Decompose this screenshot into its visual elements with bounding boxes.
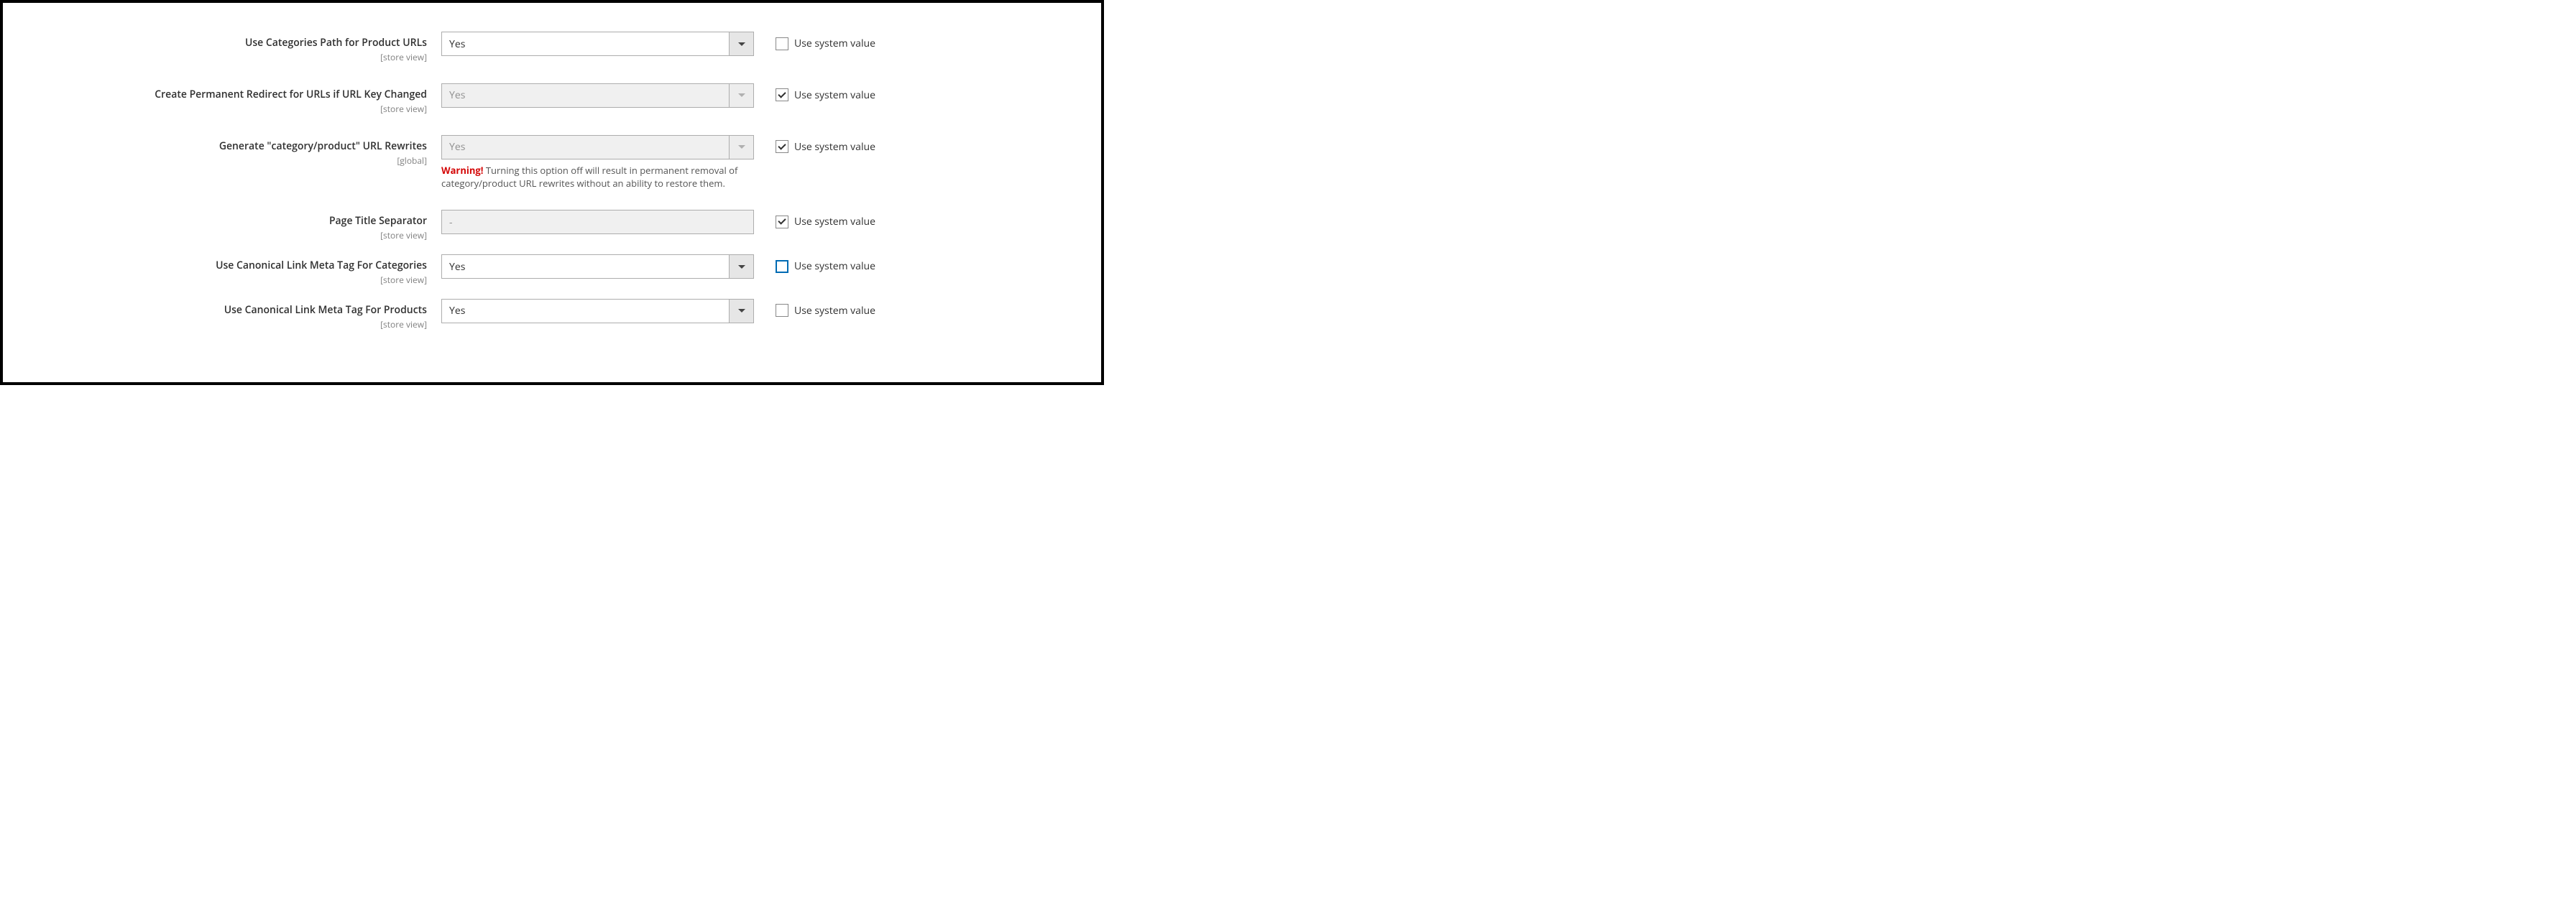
use-system-value-checkbox[interactable] xyxy=(776,37,788,50)
field-scope: [store view] xyxy=(3,274,427,286)
use-system-value-checkbox[interactable] xyxy=(776,140,788,153)
field-label-col: Use Canonical Link Meta Tag For Products… xyxy=(3,299,441,330)
use-system-value-label[interactable]: Use system value xyxy=(794,259,875,273)
use-system-value-label[interactable]: Use system value xyxy=(794,215,875,228)
field-label-col: Use Categories Path for Product URLs [st… xyxy=(3,32,441,63)
field-label: Use Categories Path for Product URLs xyxy=(3,37,427,50)
field-note: Warning! Turning this option off will re… xyxy=(441,164,740,190)
use-system-value-checkbox[interactable] xyxy=(776,260,788,273)
use-system-value-label[interactable]: Use system value xyxy=(794,304,875,318)
caret-down-icon xyxy=(738,93,745,97)
field-scope: [store view] xyxy=(3,229,427,241)
system-value-col: Use system value xyxy=(754,210,875,228)
permanent-redirect-select: Yes xyxy=(441,83,754,108)
field-label-col: Page Title Separator [store view] xyxy=(3,210,441,241)
field-row-canonical-categories: Use Canonical Link Meta Tag For Categori… xyxy=(3,254,1101,286)
field-row-generate-rewrites: Generate "category/product" URL Rewrites… xyxy=(3,135,1101,190)
use-system-value-label[interactable]: Use system value xyxy=(794,140,875,154)
field-control-col: Yes xyxy=(441,299,754,323)
field-label: Page Title Separator xyxy=(3,215,427,228)
select-value: Yes xyxy=(449,140,465,154)
field-label-col: Use Canonical Link Meta Tag For Categori… xyxy=(3,254,441,286)
dropdown-caret xyxy=(729,32,753,55)
field-row-categories-path: Use Categories Path for Product URLs [st… xyxy=(3,32,1101,63)
select-value: Yes xyxy=(449,37,465,51)
system-value-col: Use system value xyxy=(754,83,875,102)
check-icon xyxy=(778,216,786,224)
caret-down-icon xyxy=(738,145,745,149)
system-value-col: Use system value xyxy=(754,135,875,154)
use-system-value-checkbox[interactable] xyxy=(776,88,788,101)
field-row-permanent-redirect: Create Permanent Redirect for URLs if UR… xyxy=(3,83,1101,115)
field-row-canonical-products: Use Canonical Link Meta Tag For Products… xyxy=(3,299,1101,330)
field-row-title-separator: Page Title Separator [store view] - Use … xyxy=(3,210,1101,241)
system-value-col: Use system value xyxy=(754,32,875,50)
dropdown-caret xyxy=(729,255,753,278)
canonical-products-select[interactable]: Yes xyxy=(441,299,754,323)
caret-down-icon xyxy=(738,42,745,46)
dropdown-caret xyxy=(729,84,753,107)
title-separator-input: - xyxy=(441,210,754,234)
dropdown-caret xyxy=(729,300,753,323)
warning-prefix: Warning! xyxy=(441,164,483,177)
field-label-col: Generate "category/product" URL Rewrites… xyxy=(3,135,441,167)
canonical-categories-select[interactable]: Yes xyxy=(441,254,754,279)
select-value: Yes xyxy=(449,88,465,102)
config-panel: Use Categories Path for Product URLs [st… xyxy=(0,0,1104,385)
field-scope: [store view] xyxy=(3,318,427,330)
categories-path-select[interactable]: Yes xyxy=(441,32,754,56)
field-label: Use Canonical Link Meta Tag For Categori… xyxy=(3,259,427,273)
field-control-col: Yes xyxy=(441,32,754,56)
field-control-col: Yes Warning! Turning this option off wil… xyxy=(441,135,754,190)
select-value: Yes xyxy=(449,260,465,274)
select-value: Yes xyxy=(449,304,465,318)
use-system-value-checkbox[interactable] xyxy=(776,304,788,317)
dropdown-caret xyxy=(729,136,753,159)
check-icon xyxy=(778,142,786,149)
field-label: Create Permanent Redirect for URLs if UR… xyxy=(3,88,427,102)
use-system-value-label[interactable]: Use system value xyxy=(794,37,875,50)
use-system-value-label[interactable]: Use system value xyxy=(794,88,875,102)
field-scope: [store view] xyxy=(3,103,427,115)
field-scope: [global] xyxy=(3,154,427,167)
caret-down-icon xyxy=(738,309,745,313)
warning-text: Turning this option off will result in p… xyxy=(441,164,737,190)
field-label: Generate "category/product" URL Rewrites xyxy=(3,140,427,154)
field-control-col: Yes xyxy=(441,254,754,279)
check-icon xyxy=(778,90,786,98)
generate-rewrites-select: Yes xyxy=(441,135,754,159)
field-control-col: - xyxy=(441,210,754,234)
system-value-col: Use system value xyxy=(754,299,875,318)
field-label: Use Canonical Link Meta Tag For Products xyxy=(3,304,427,318)
input-value: - xyxy=(449,216,453,229)
field-label-col: Create Permanent Redirect for URLs if UR… xyxy=(3,83,441,115)
system-value-col: Use system value xyxy=(754,254,875,273)
use-system-value-checkbox[interactable] xyxy=(776,216,788,228)
field-control-col: Yes xyxy=(441,83,754,108)
field-scope: [store view] xyxy=(3,51,427,63)
caret-down-icon xyxy=(738,265,745,269)
